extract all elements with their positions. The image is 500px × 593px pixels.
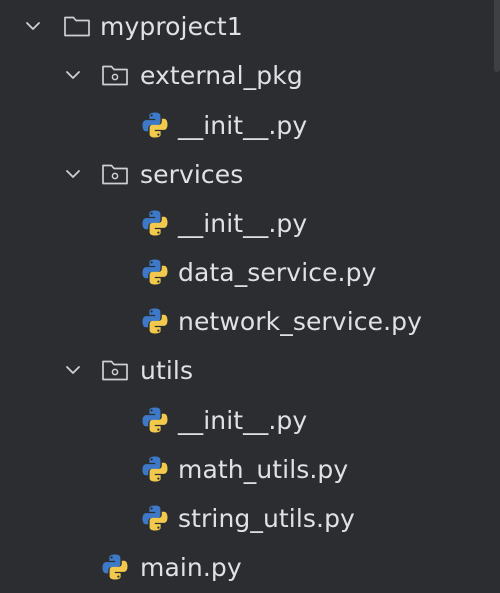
tree-row-file[interactable]: __init__.py — [0, 396, 488, 445]
scrollbar-thumb[interactable] — [494, 0, 500, 72]
python-icon — [142, 407, 168, 433]
tree-row-folder-utils[interactable]: utils — [0, 346, 488, 395]
tree-label-folder: utils — [140, 356, 194, 385]
tree-label-file: main.py — [140, 553, 242, 582]
python-icon — [142, 210, 168, 236]
chevron-down-icon[interactable] — [62, 359, 84, 381]
python-icon — [142, 259, 168, 285]
python-icon — [142, 456, 168, 482]
tree-label-file: string_utils.py — [178, 504, 355, 533]
chevron-down-icon[interactable] — [62, 163, 84, 185]
tree-row-file[interactable]: network_service.py — [0, 297, 488, 346]
tree-row-root[interactable]: myproject1 — [0, 2, 488, 51]
tree-label-file: network_service.py — [178, 307, 422, 336]
folder-icon — [64, 16, 90, 37]
tree-label-file: __init__.py — [178, 406, 308, 435]
tree-label-file: __init__.py — [178, 111, 308, 140]
package-folder-icon — [102, 360, 128, 381]
project-tree: myproject1 external_pkg __init__.py serv… — [0, 0, 500, 593]
python-icon — [102, 554, 128, 580]
tree-row-file[interactable]: data_service.py — [0, 248, 488, 297]
tree-row-file[interactable]: math_utils.py — [0, 445, 488, 494]
tree-row-file[interactable]: string_utils.py — [0, 494, 488, 543]
chevron-down-icon[interactable] — [22, 15, 44, 37]
tree-label-file: data_service.py — [178, 258, 377, 287]
tree-label-folder: external_pkg — [140, 61, 303, 90]
chevron-down-icon[interactable] — [62, 64, 84, 86]
tree-row-file[interactable]: __init__.py — [0, 101, 488, 150]
tree-label-file: __init__.py — [178, 209, 308, 238]
tree-row-file[interactable]: __init__.py — [0, 199, 488, 248]
python-icon — [142, 308, 168, 334]
tree-row-file-main[interactable]: main.py — [0, 543, 488, 592]
tree-row-folder-services[interactable]: services — [0, 150, 488, 199]
tree-row-folder-external-pkg[interactable]: external_pkg — [0, 51, 488, 100]
package-folder-icon — [102, 164, 128, 185]
package-folder-icon — [102, 65, 128, 86]
python-icon — [142, 112, 168, 138]
tree-label-file: math_utils.py — [178, 455, 349, 484]
tree-label-folder: services — [140, 160, 244, 189]
tree-label-root: myproject1 — [100, 12, 243, 41]
python-icon — [142, 505, 168, 531]
